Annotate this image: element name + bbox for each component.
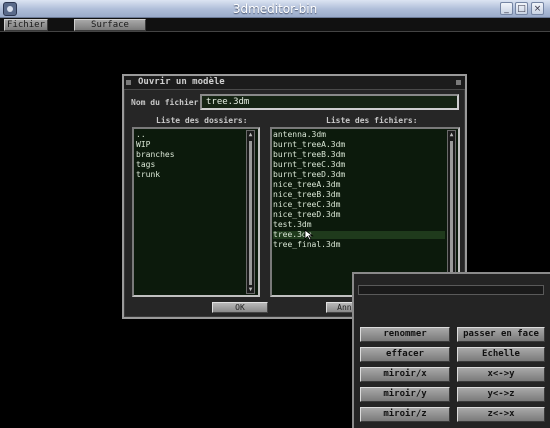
maximize-icon[interactable]: □ bbox=[515, 2, 528, 15]
scroll-thumb[interactable] bbox=[249, 141, 252, 285]
list-item[interactable]: nice_treeA.3dm bbox=[273, 181, 445, 189]
rename-button[interactable]: renommer bbox=[360, 327, 450, 342]
list-item[interactable]: test.3dm bbox=[273, 221, 445, 229]
list-item[interactable]: nice_treeB.3dm bbox=[273, 191, 445, 199]
scroll-up-icon[interactable]: ▲ bbox=[448, 131, 455, 138]
close-icon[interactable]: × bbox=[531, 2, 544, 15]
filename-label: Nom du fichier: bbox=[131, 98, 204, 107]
list-item[interactable]: burnt_treeB.3dm bbox=[273, 151, 445, 159]
list-item[interactable]: burnt_treeD.3dm bbox=[273, 171, 445, 179]
list-item[interactable]: WIP bbox=[136, 141, 244, 149]
list-item[interactable]: tree_final.3dm bbox=[273, 241, 445, 249]
filename-input[interactable]: tree.3dm bbox=[200, 94, 459, 110]
scroll-down-icon[interactable]: ▼ bbox=[247, 286, 254, 293]
swap-xy-button[interactable]: x<->y bbox=[457, 367, 545, 382]
tool-panel-header bbox=[358, 285, 544, 295]
files-header: Liste des fichiers: bbox=[326, 116, 418, 125]
mouse-cursor-icon bbox=[304, 229, 314, 241]
face-button[interactable]: passer en face bbox=[457, 327, 545, 342]
window-title: 3dmeditor-bin bbox=[232, 2, 318, 16]
files-list-items: antenna.3dm burnt_treeA.3dm burnt_treeB.3d… bbox=[273, 131, 445, 291]
mirror-z-button[interactable]: miroir/z bbox=[360, 407, 450, 422]
scroll-thumb[interactable] bbox=[450, 141, 453, 285]
list-item[interactable]: tree.3dm bbox=[273, 231, 445, 239]
list-item[interactable]: burnt_treeC.3dm bbox=[273, 161, 445, 169]
minimize-icon[interactable]: _ bbox=[500, 2, 513, 15]
list-item[interactable]: nice_treeC.3dm bbox=[273, 201, 445, 209]
dialog-corner-icon bbox=[126, 80, 131, 85]
dialog-title: Ouvrir un modèle bbox=[138, 77, 225, 87]
scale-button[interactable]: Echelle bbox=[457, 347, 545, 362]
folders-list-items: .. WIP branches tags trunk bbox=[136, 131, 244, 291]
menu-surface[interactable]: Surface bbox=[74, 19, 146, 31]
list-item[interactable]: nice_treeD.3dm bbox=[273, 211, 445, 219]
folders-scrollbar[interactable]: ▲ ▼ bbox=[246, 130, 255, 294]
files-scrollbar[interactable]: ▲ ▼ bbox=[447, 130, 456, 294]
list-item[interactable]: tags bbox=[136, 161, 244, 169]
list-item[interactable]: .. bbox=[136, 131, 244, 139]
scroll-up-icon[interactable]: ▲ bbox=[247, 131, 254, 138]
menu-fichier[interactable]: Fichier bbox=[4, 19, 48, 31]
folders-header: Liste des dossiers: bbox=[156, 116, 248, 125]
swap-zx-button[interactable]: z<->x bbox=[457, 407, 545, 422]
list-item[interactable]: burnt_treeA.3dm bbox=[273, 141, 445, 149]
mirror-x-button[interactable]: miroir/x bbox=[360, 367, 450, 382]
list-item[interactable]: trunk bbox=[136, 171, 244, 179]
list-item[interactable]: antenna.3dm bbox=[273, 131, 445, 139]
dialog-corner-icon bbox=[456, 80, 461, 85]
list-item[interactable]: branches bbox=[136, 151, 244, 159]
erase-button[interactable]: effacer bbox=[360, 347, 450, 362]
mirror-y-button[interactable]: miroir/y bbox=[360, 387, 450, 402]
ok-button[interactable]: OK bbox=[212, 302, 268, 313]
swap-yz-button[interactable]: y<->z bbox=[457, 387, 545, 402]
